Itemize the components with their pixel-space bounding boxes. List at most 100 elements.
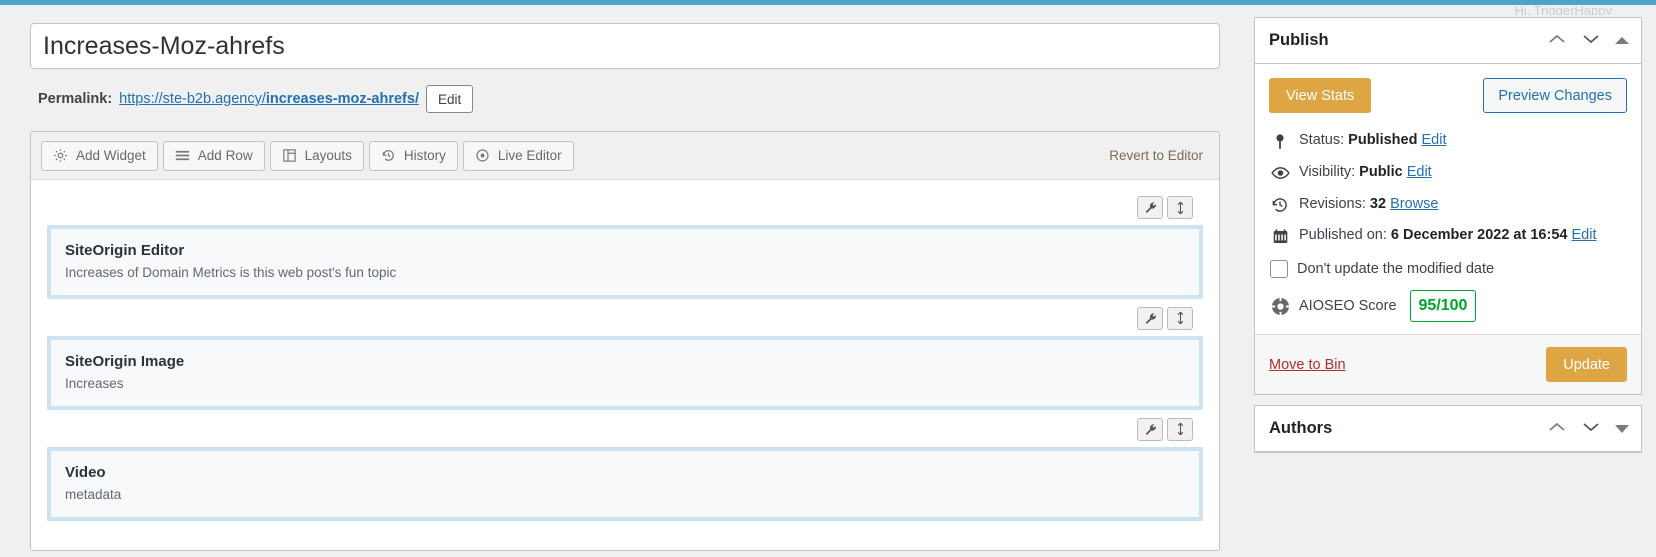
revisions-label: Revisions: <box>1299 196 1366 212</box>
widget-actions <box>47 418 1203 442</box>
toggle-panel-icon[interactable] <box>1615 421 1629 437</box>
widget-move-handle[interactable] <box>1167 307 1193 330</box>
page-builder-canvas: SiteOrigin Editor Increases of Domain Me… <box>31 180 1219 551</box>
history-button[interactable]: History <box>369 141 458 171</box>
publish-top-actions: View Stats Preview Changes <box>1269 74 1627 125</box>
widget-edit-button[interactable] <box>1137 196 1163 219</box>
update-button[interactable]: Update <box>1546 347 1627 382</box>
widget-description: Increases of Domain Metrics is this web … <box>65 264 1185 283</box>
eye-target-icon <box>475 148 490 163</box>
live-editor-label: Live Editor <box>498 148 562 163</box>
widget-edit-button[interactable] <box>1137 418 1163 441</box>
published-on-label: Published on: <box>1299 227 1387 243</box>
widget-title: SiteOrigin Editor <box>65 240 1185 261</box>
widget-title: SiteOrigin Image <box>65 351 1185 372</box>
visibility-row: Visibility: Public Edit <box>1269 157 1627 189</box>
add-widget-button[interactable]: Add Widget <box>41 141 158 171</box>
edit-published-date-link[interactable]: Edit <box>1571 227 1596 243</box>
view-stats-button[interactable]: View Stats <box>1269 78 1371 113</box>
permalink-label: Permalink: <box>38 91 112 107</box>
live-editor-button[interactable]: Live Editor <box>463 141 574 171</box>
revert-to-editor-link[interactable]: Revert to Editor <box>1109 148 1207 163</box>
widget-card-inner: Video metadata <box>51 451 1199 517</box>
revisions-text: Revisions: 32 Browse <box>1299 194 1438 216</box>
edit-visibility-link[interactable]: Edit <box>1407 164 1432 180</box>
aioseo-score-badge: 95/100 <box>1410 290 1477 322</box>
permalink-url[interactable]: https://ste-b2b.agency/increases-moz-ahr… <box>119 91 419 107</box>
widget-block: SiteOrigin Editor Increases of Domain Me… <box>47 196 1203 299</box>
authors-metabox: Authors <box>1254 405 1642 453</box>
wordpress-post-editor-screen: Permalink: https://ste-b2b.agency/increa… <box>0 0 1656 557</box>
eye-icon <box>1270 163 1290 183</box>
visibility-value: Public <box>1359 164 1403 180</box>
status-value: Published <box>1348 132 1417 148</box>
permalink-slug: increases-moz-ahrefs/ <box>266 91 419 107</box>
publish-metabox-title: Publish <box>1269 31 1329 50</box>
browse-revisions-link[interactable]: Browse <box>1390 196 1438 212</box>
publish-metabox-header: Publish <box>1255 18 1641 64</box>
publish-major-actions: Move to Bin Update <box>1255 334 1641 394</box>
move-down-icon[interactable] <box>1581 32 1601 49</box>
status-label: Status: <box>1299 132 1344 148</box>
move-to-bin-link[interactable]: Move to Bin <box>1269 357 1346 373</box>
widget-card-inner: SiteOrigin Editor Increases of Domain Me… <box>51 229 1199 295</box>
widget-description: Increases <box>65 375 1185 394</box>
history-label: History <box>404 148 446 163</box>
published-on-row: Published on: 6 December 2022 at 16:54 E… <box>1269 220 1627 252</box>
widget-move-handle[interactable] <box>1167 418 1193 441</box>
widget-actions <box>47 196 1203 220</box>
gear-icon <box>53 148 68 163</box>
add-row-button[interactable]: Add Row <box>163 141 265 171</box>
toggle-panel-icon[interactable] <box>1615 33 1629 49</box>
move-up-icon[interactable] <box>1547 32 1567 49</box>
metabox-controls <box>1547 420 1629 437</box>
page-builder-toolbar: Add Widget Add Row <box>31 132 1219 180</box>
publish-metabox: Publish View Stats Preview Chang <box>1254 17 1642 395</box>
revisions-row: Revisions: 32 Browse <box>1269 189 1627 221</box>
calendar-icon <box>1270 226 1290 246</box>
aioseo-icon <box>1270 297 1290 317</box>
aioseo-score-row: AIOSEO Score 95/100 <box>1269 284 1627 334</box>
visibility-text: Visibility: Public Edit <box>1299 162 1432 184</box>
widget-block: Video metadata <box>47 418 1203 521</box>
status-text: Status: Published Edit <box>1299 130 1447 152</box>
widget-card[interactable]: SiteOrigin Image Increases <box>47 336 1203 410</box>
layouts-label: Layouts <box>305 148 352 163</box>
widget-card[interactable]: Video metadata <box>47 447 1203 521</box>
publish-metabox-body: View Stats Preview Changes Status: Publi… <box>1255 64 1641 394</box>
dont-update-modified-date-checkbox[interactable] <box>1270 260 1288 278</box>
widget-card[interactable]: SiteOrigin Editor Increases of Domain Me… <box>47 225 1203 299</box>
post-title-input[interactable] <box>30 23 1220 69</box>
preview-changes-button[interactable]: Preview Changes <box>1483 78 1627 113</box>
revisions-value: 32 <box>1370 196 1386 212</box>
widget-description: metadata <box>65 486 1185 505</box>
clock-icon <box>1270 195 1290 215</box>
widget-title: Video <box>65 462 1185 483</box>
post-title-wrapper <box>30 23 1220 69</box>
move-down-icon[interactable] <box>1581 420 1601 437</box>
metabox-controls <box>1547 32 1629 49</box>
layouts-button[interactable]: Layouts <box>270 141 364 171</box>
widget-edit-button[interactable] <box>1137 307 1163 330</box>
move-up-icon[interactable] <box>1547 420 1567 437</box>
edit-status-link[interactable]: Edit <box>1422 132 1447 148</box>
add-row-label: Add Row <box>198 148 253 163</box>
widget-move-handle[interactable] <box>1167 196 1193 219</box>
authors-metabox-title: Authors <box>1269 419 1332 438</box>
page-builder-panel: Add Widget Add Row <box>30 131 1220 551</box>
pin-icon <box>1270 131 1290 151</box>
dont-update-modified-date-label: Don't update the modified date <box>1297 261 1494 277</box>
permalink-row: Permalink: https://ste-b2b.agency/increa… <box>38 85 1220 113</box>
published-on-value: 6 December 2022 at 16:54 <box>1391 227 1568 243</box>
published-on-text: Published on: 6 December 2022 at 16:54 E… <box>1299 225 1596 247</box>
add-widget-label: Add Widget <box>76 148 146 163</box>
edit-permalink-button[interactable]: Edit <box>426 85 473 113</box>
modified-date-row: Don't update the modified date <box>1269 252 1627 284</box>
widget-block: SiteOrigin Image Increases <box>47 307 1203 410</box>
layouts-icon <box>282 148 297 163</box>
widget-card-inner: SiteOrigin Image Increases <box>51 340 1199 406</box>
permalink-base: https://ste-b2b.agency/ <box>119 91 266 107</box>
status-row: Status: Published Edit <box>1269 125 1627 157</box>
post-editor-sidebar: Hi, TriggerHappy Publish <box>1244 5 1656 557</box>
rows-icon <box>175 148 190 163</box>
